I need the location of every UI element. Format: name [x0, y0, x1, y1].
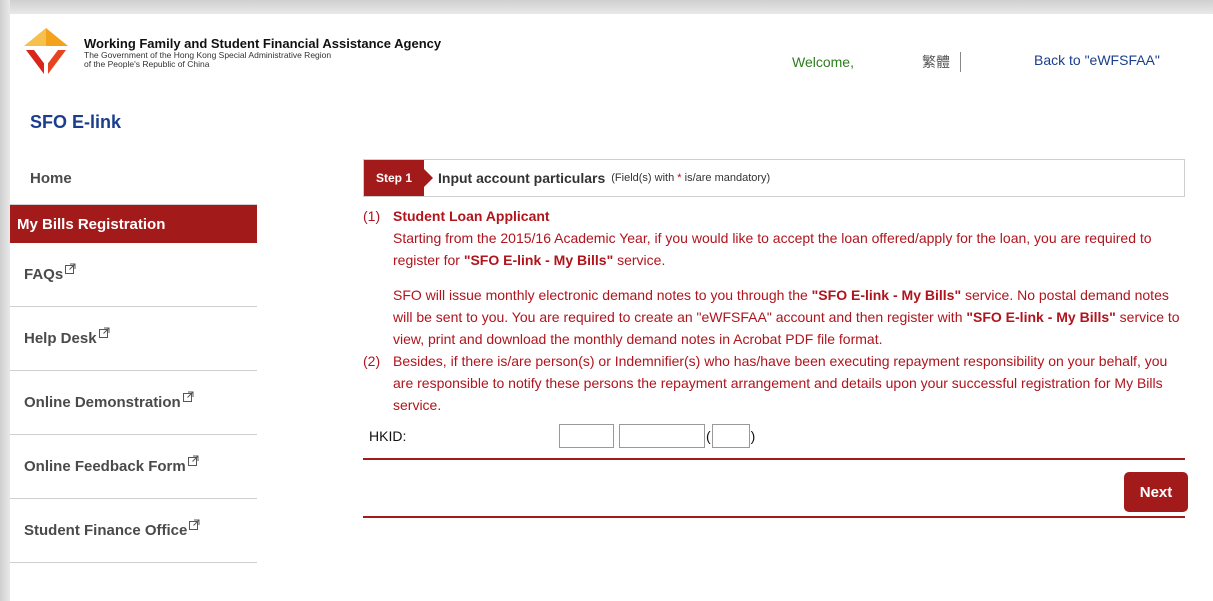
- text-run-bold: "SFO E-link - My Bills": [463, 252, 614, 268]
- window-frame-top: [0, 0, 1213, 14]
- item-number: (1): [363, 208, 381, 224]
- button-row: Next: [363, 460, 1188, 516]
- mandatory-note-post: is/are mandatory): [684, 172, 771, 184]
- item-heading: Student Loan Applicant: [393, 208, 550, 224]
- sidebar-item-online-demonstration[interactable]: Online Demonstration: [10, 371, 257, 435]
- hkid-row: HKID: ( ): [363, 422, 1185, 450]
- hkid-paren-close: ): [750, 428, 756, 444]
- sidebar-item-label: Online Feedback Form: [24, 458, 186, 475]
- sidebar-item-label: Home: [30, 170, 72, 187]
- sidebar-item-label: Student Finance Office: [24, 522, 188, 539]
- item-number: (2): [363, 353, 381, 369]
- mandatory-star: *: [677, 172, 682, 184]
- sidebar: Home My Bills Registration FAQs Help Des…: [10, 153, 257, 563]
- welcome-text: Welcome,: [792, 54, 854, 70]
- mandatory-note-pre: (Field(s) with: [611, 172, 675, 184]
- agency-block: Working Family and Student Financial Ass…: [84, 36, 441, 69]
- page: Working Family and Student Financial Ass…: [10, 14, 1213, 601]
- sidebar-item-faqs[interactable]: FAQs: [10, 243, 257, 307]
- sidebar-item-help-desk[interactable]: Help Desk: [10, 307, 257, 371]
- sidebar-item-label: Online Demonstration: [24, 394, 181, 411]
- header: Working Family and Student Financial Ass…: [10, 14, 1213, 84]
- external-link-icon: [65, 263, 76, 274]
- hkid-check-digit-input[interactable]: [711, 424, 750, 448]
- sidebar-item-label: My Bills Registration: [17, 215, 166, 233]
- divider: [363, 516, 1185, 518]
- hkid-label: HKID:: [369, 428, 407, 444]
- next-button[interactable]: Next: [1124, 472, 1188, 512]
- sidebar-item-my-bills-registration[interactable]: My Bills Registration: [10, 205, 257, 243]
- site-title: SFO E-link: [30, 112, 122, 132]
- sidebar-item-online-feedback-form[interactable]: Online Feedback Form: [10, 435, 257, 499]
- external-link-icon: [182, 391, 194, 402]
- item-paragraph-2: SFO will issue monthly electronic demand…: [393, 284, 1185, 350]
- instruction-item-1: (1) Student Loan Applicant Starting from…: [363, 205, 1185, 350]
- step-header: Step 1 Input account particulars (Field(…: [363, 159, 1185, 197]
- item-paragraph: Besides, if there is/are person(s) or In…: [393, 353, 1168, 413]
- external-link-icon: [187, 455, 199, 466]
- text-run-bold: "SFO E-link - My Bills": [811, 287, 962, 303]
- agency-logo-icon: [24, 28, 68, 74]
- text-run: service.: [613, 252, 666, 268]
- language-switch-link[interactable]: 繁體: [922, 52, 961, 72]
- instruction-item-2: (2) Besides, if there is/are person(s) o…: [363, 350, 1185, 416]
- item-paragraph-1: Starting from the 2015/16 Academic Year,…: [393, 227, 1185, 271]
- hkid-paren-open: (: [706, 428, 711, 444]
- window-frame-left: [0, 0, 10, 601]
- agency-sub-line-2: of the People's Republic of China: [84, 59, 210, 69]
- external-link-icon: [98, 327, 110, 338]
- step-badge: Step 1: [364, 160, 434, 196]
- text-run-bold: "SFO E-link - My Bills": [966, 309, 1116, 325]
- sidebar-item-label: FAQs: [24, 266, 64, 283]
- sidebar-item-student-finance-office[interactable]: Student Finance Office: [10, 499, 257, 563]
- hkid-digits-input[interactable]: [619, 424, 705, 448]
- back-to-ewfsfaa-link[interactable]: Back to "eWFSFAA": [1034, 52, 1160, 68]
- main-content: Step 1 Input account particulars (Field(…: [363, 159, 1188, 518]
- external-link-icon: [189, 519, 200, 530]
- agency-name: Working Family and Student Financial Ass…: [84, 36, 442, 51]
- sidebar-item-label: Help Desk: [24, 330, 97, 347]
- mandatory-note: (Field(s) with * is/are mandatory): [611, 172, 770, 184]
- instructions: (1) Student Loan Applicant Starting from…: [363, 205, 1185, 416]
- step-title: Input account particulars: [438, 170, 606, 186]
- sidebar-item-home[interactable]: Home: [10, 153, 257, 205]
- hkid-prefix-input[interactable]: [559, 424, 614, 448]
- text-run: SFO will issue monthly electronic demand…: [393, 287, 812, 303]
